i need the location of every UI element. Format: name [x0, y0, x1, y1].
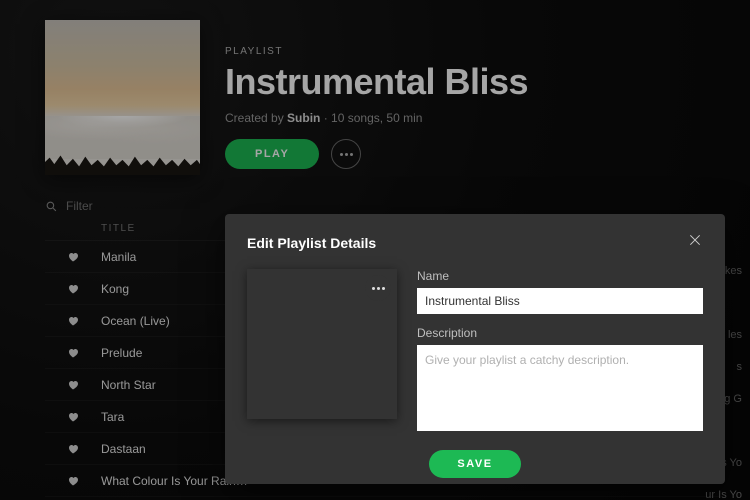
cover-more-button[interactable]	[365, 275, 391, 301]
description-input[interactable]	[417, 345, 703, 431]
modal-title: Edit Playlist Details	[247, 235, 376, 251]
edit-playlist-modal: Edit Playlist Details Name Description S…	[225, 214, 725, 484]
description-label: Description	[417, 326, 703, 340]
close-icon	[687, 232, 703, 248]
ellipsis-icon	[372, 287, 385, 290]
save-button[interactable]: SAVE	[429, 450, 520, 478]
name-input[interactable]	[417, 288, 703, 314]
modal-cover[interactable]	[247, 269, 397, 419]
close-button[interactable]	[687, 232, 703, 253]
name-label: Name	[417, 269, 703, 283]
